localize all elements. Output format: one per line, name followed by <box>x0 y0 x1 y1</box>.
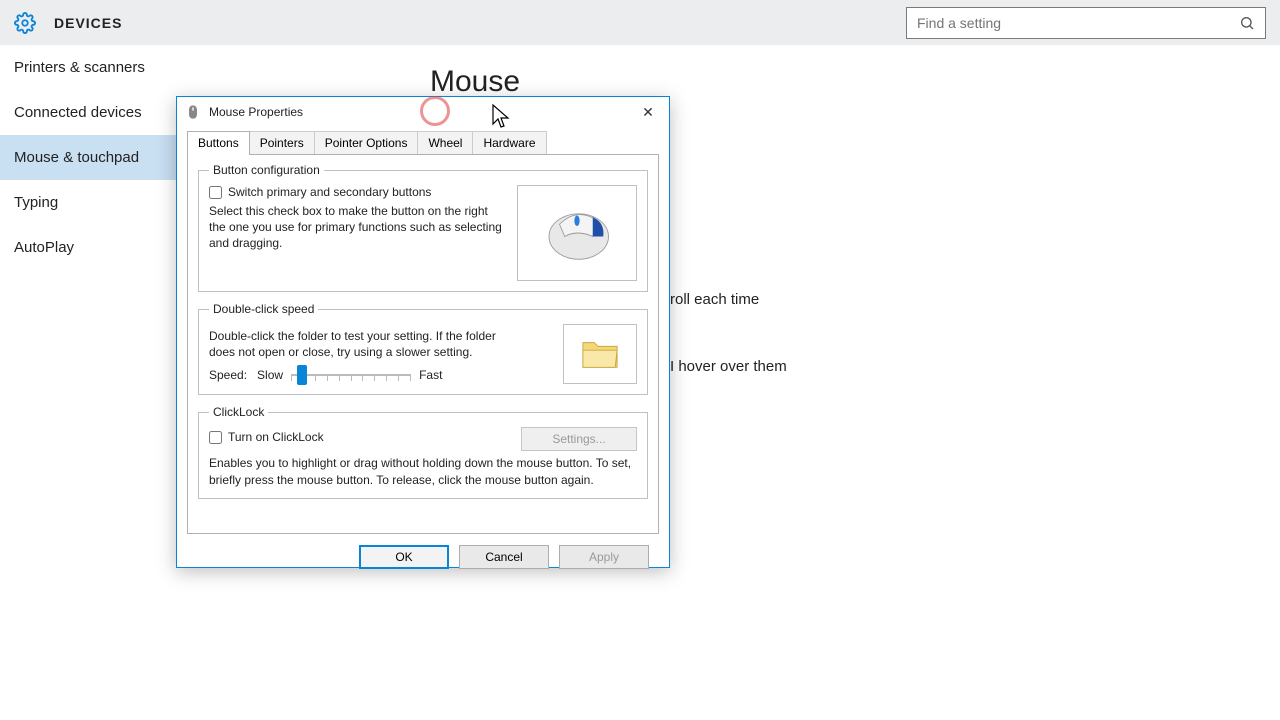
tab-wheel[interactable]: Wheel <box>417 131 473 155</box>
tab-hardware[interactable]: Hardware <box>472 131 546 155</box>
double-click-group: Double-click speed Double-click the fold… <box>198 302 648 395</box>
button-config-desc: Select this check box to make the button… <box>209 203 507 252</box>
double-click-desc: Double-click the folder to test your set… <box>209 328 525 360</box>
double-click-legend: Double-click speed <box>209 302 318 316</box>
fast-label: Fast <box>419 368 442 382</box>
ok-button[interactable]: OK <box>359 545 449 569</box>
tab-buttons[interactable]: Buttons <box>187 131 250 155</box>
sidebar-item-printers[interactable]: Printers & scanners <box>0 45 400 90</box>
clicklock-group: ClickLock Turn on ClickLock Settings... … <box>198 405 648 498</box>
tab-strip: Buttons Pointers Pointer Options Wheel H… <box>187 131 669 155</box>
mouse-icon <box>185 104 201 120</box>
cancel-button[interactable]: Cancel <box>459 545 549 569</box>
dialog-title: Mouse Properties <box>209 105 627 119</box>
obscured-text-1: roll each time <box>670 291 759 308</box>
double-click-test-folder[interactable] <box>563 324 637 384</box>
switch-buttons-checkbox[interactable] <box>209 186 222 199</box>
mouse-properties-dialog: Mouse Properties ✕ Buttons Pointers Poin… <box>176 96 670 568</box>
gear-icon <box>14 12 36 34</box>
switch-buttons-label[interactable]: Switch primary and secondary buttons <box>228 185 431 199</box>
slow-label: Slow <box>257 368 283 382</box>
clicklock-desc: Enables you to highlight or drag without… <box>209 455 637 487</box>
close-button[interactable]: ✕ <box>635 101 661 123</box>
dialog-button-row: OK Cancel Apply <box>177 545 669 583</box>
dialog-titlebar[interactable]: Mouse Properties ✕ <box>177 97 669 127</box>
top-bar: DEVICES <box>0 0 1280 45</box>
search-icon <box>1239 15 1255 31</box>
clicklock-checkbox[interactable] <box>209 431 222 444</box>
clicklock-legend: ClickLock <box>209 405 268 419</box>
page-title: Mouse <box>430 65 1250 99</box>
header-title: DEVICES <box>54 15 906 31</box>
search-box[interactable] <box>906 7 1266 39</box>
tab-pointer-options[interactable]: Pointer Options <box>314 131 419 155</box>
search-input[interactable] <box>917 15 1239 31</box>
apply-button: Apply <box>559 545 649 569</box>
tab-panel: Button configuration Switch primary and … <box>187 154 659 534</box>
mouse-preview <box>517 185 637 281</box>
clicklock-settings-button: Settings... <box>521 427 637 451</box>
clicklock-label[interactable]: Turn on ClickLock <box>228 430 324 444</box>
slider-thumb[interactable] <box>297 365 307 385</box>
tab-pointers[interactable]: Pointers <box>249 131 315 155</box>
obscured-text-2: I hover over them <box>670 358 787 375</box>
button-config-group: Button configuration Switch primary and … <box>198 163 648 292</box>
double-click-slider[interactable] <box>291 366 411 384</box>
button-config-legend: Button configuration <box>209 163 324 177</box>
speed-label: Speed: <box>209 368 247 382</box>
